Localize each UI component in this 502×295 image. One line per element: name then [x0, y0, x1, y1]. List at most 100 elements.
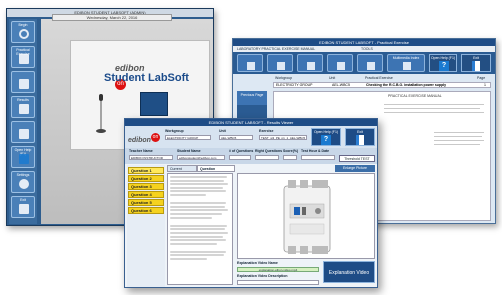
student-name-value: edibonstudent@edibon.com: [177, 155, 225, 160]
document-icon: [19, 104, 29, 114]
exit-icon: [19, 204, 29, 214]
toolbar-button[interactable]: [297, 54, 323, 72]
previous-page-button[interactable]: Previous Page: [237, 91, 267, 105]
manual-label: LABORATORY PRACTICAL EXERCISE MANUAL: [237, 47, 316, 51]
sidebar-item-results[interactable]: Results: [11, 96, 35, 118]
sidebar-item-begin[interactable]: Begin: [11, 21, 35, 43]
launcher-sidebar: Begin Practical Exercise Results Open He…: [9, 19, 37, 224]
row-unit: AEL-WBC5: [332, 83, 350, 87]
toolbar-icon: [307, 62, 315, 70]
question-mark-icon: ?: [321, 135, 331, 145]
num-questions-value: [229, 155, 251, 160]
score-label: Score(%): [283, 149, 299, 153]
score-value: [283, 155, 297, 160]
workgroup-value: ELECTRICITY GROUP: [165, 135, 211, 140]
unit-label: Unit: [219, 129, 226, 133]
row-exercise: Checking the R.C.B.O. installation power…: [366, 83, 447, 87]
sidebar-item-label: Settings: [16, 173, 30, 177]
threshold-test-button[interactable]: Threshold TEST: [339, 155, 375, 162]
book-icon: [19, 54, 29, 64]
results-exit-button[interactable]: Exit: [345, 128, 375, 146]
question-list: Question 1 Question 2 Question 3 Questio…: [127, 165, 165, 287]
help-icon: [19, 154, 29, 164]
logo-mark: on: [150, 133, 160, 143]
sidebar-item-5[interactable]: [11, 121, 35, 143]
video-name-label: Explanation Video Name: [237, 261, 278, 265]
date-display: Wednesday, March 22, 2016: [52, 14, 172, 21]
toolbar-button[interactable]: [267, 54, 293, 72]
gear-icon: [19, 179, 29, 189]
sidebar-item-exit[interactable]: Exit: [11, 196, 35, 218]
tab-current-question[interactable]: Current Question: [167, 165, 197, 178]
col-exercise: Practical Exercise: [365, 76, 393, 80]
results-window: EDIBON STUDENT LABSOFT - Results Viewer …: [124, 118, 378, 288]
workgroup-label: Workgroup: [165, 129, 184, 133]
multimedia-label: Multimedia Index: [392, 56, 420, 60]
exit-label: Exit: [473, 56, 479, 60]
toolbar-button[interactable]: [327, 54, 353, 72]
practical-help-button[interactable]: Open Help (F1) ?: [429, 54, 457, 72]
help-label: Open Help (F1): [430, 56, 456, 60]
question-item[interactable]: Question 6: [128, 207, 164, 214]
toolbar-icon: [367, 62, 375, 70]
toolbar-button[interactable]: [237, 54, 263, 72]
sidebar-item-label: Exit: [20, 198, 26, 202]
col-page: Page: [477, 76, 486, 80]
explanation-text: [167, 173, 233, 285]
exercise-label: Exercise: [259, 129, 274, 133]
sidebar-item-settings[interactable]: Settings: [11, 171, 35, 193]
rcbo-device-image: [283, 180, 331, 254]
row-workgroup: ELECTRICITY GROUP: [276, 83, 313, 87]
sidebar-item-help[interactable]: Open Help (F1): [11, 146, 35, 168]
question-item[interactable]: Question 1: [128, 167, 164, 174]
tab-question-explanation[interactable]: Question Explanation: [197, 165, 235, 178]
practical-title-bar: EDIBON STUDENT LABSOFT - Practical Exerc…: [233, 39, 495, 46]
question-tabs: Current Question Question Explanation: [167, 165, 297, 178]
video-description-value: [237, 280, 319, 285]
edibon-logo: edibonon: [128, 129, 162, 145]
row-page: 1: [484, 83, 486, 87]
doc-title: PRACTICAL EXERCISE MANUAL: [388, 94, 442, 98]
toolbar-icon: [277, 62, 285, 70]
sidebar-item-3[interactable]: [11, 71, 35, 93]
sidebar-item-practical[interactable]: Practical Exercise: [11, 46, 35, 68]
unit-value: AEL-WBC5: [219, 135, 253, 140]
practical-row: ELECTRICITY GROUP AEL-WBC5 Checking the …: [273, 82, 491, 88]
exit-icon: [472, 61, 480, 71]
right-questions-value: [255, 155, 279, 160]
results-help-button[interactable]: Open Help (F1) ?: [311, 128, 341, 146]
question-picture: [237, 173, 375, 259]
test-date-value: [301, 155, 335, 160]
video-description-label: Explanation Video Description: [237, 274, 288, 278]
practical-exit-button[interactable]: Exit: [461, 54, 491, 72]
num-questions-label: # of Questions: [229, 149, 254, 153]
exit-label: Exit: [357, 130, 363, 134]
question-item[interactable]: Question 5: [128, 199, 164, 206]
edibon-logo: edibonon: [115, 58, 151, 91]
presentation-icon: [140, 92, 168, 116]
app-name: Student LabSoft: [104, 72, 189, 84]
test-date-label: Test Hour & Date: [301, 149, 330, 153]
toolbar-button[interactable]: [357, 54, 383, 72]
video-name-value: explanation-elbon-video.mp4: [237, 267, 319, 272]
student-name-label: Student Name: [177, 149, 201, 153]
toolbar-icon: [337, 62, 345, 70]
explanation-video-button[interactable]: Explanation Video: [323, 261, 375, 283]
sidebar-item-label: Begin: [18, 23, 28, 27]
multimedia-index-button[interactable]: Multimedia Index: [387, 54, 425, 72]
sidebar-item-label: Results: [17, 98, 29, 102]
question-mark-icon: ?: [439, 61, 449, 71]
microphone-icon: [96, 94, 106, 133]
sound-icon: [19, 129, 29, 139]
question-item[interactable]: Question 4: [128, 191, 164, 198]
enlarge-picture-button[interactable]: Enlarge Picture: [335, 165, 375, 172]
right-questions-label: Right Questions: [255, 149, 283, 153]
folder-icon: [19, 79, 29, 89]
power-icon: [19, 29, 29, 39]
question-item[interactable]: Question 3: [128, 183, 164, 190]
exit-icon: [356, 135, 364, 145]
results-title-bar: EDIBON STUDENT LABSOFT - Results Viewer: [125, 119, 377, 126]
exercise-value: TEST_w3_PE_p1_1_AEL-WBC5: [259, 135, 307, 140]
toolbar-icon: [247, 62, 255, 70]
question-item[interactable]: Question 2: [128, 175, 164, 182]
